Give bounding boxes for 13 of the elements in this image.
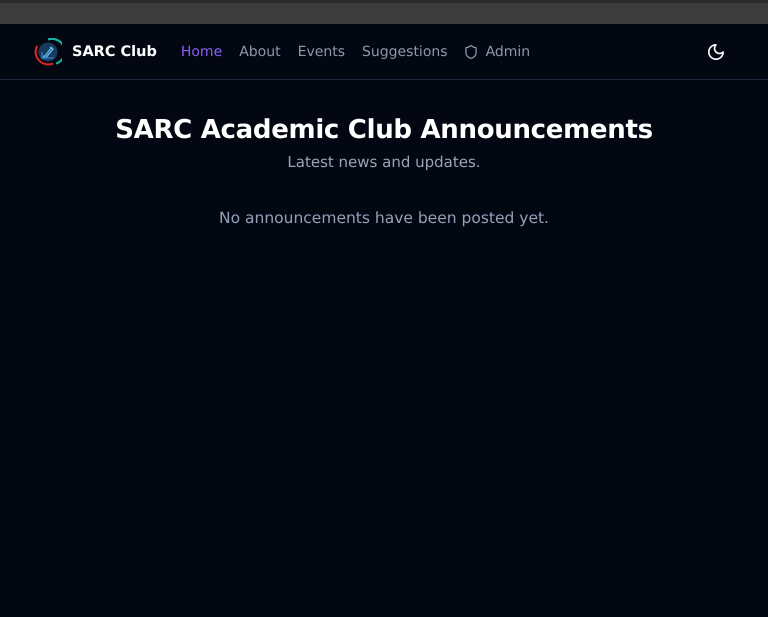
brand-link[interactable]: SARC Club — [34, 38, 157, 66]
page-title: SARC Academic Club Announcements — [115, 114, 653, 147]
nav-link[interactable]: About — [239, 44, 281, 60]
logo-icon — [34, 38, 62, 66]
nav-link[interactable]: Events — [298, 44, 345, 60]
nav-link[interactable]: Suggestions — [362, 44, 448, 60]
theme-toggle-button[interactable] — [708, 44, 724, 60]
nav-link[interactable]: Admin — [464, 44, 530, 60]
moon-icon — [708, 44, 724, 60]
shield-icon — [464, 44, 477, 58]
empty-state-message: No announcements have been posted yet. — [219, 208, 549, 229]
nav-link[interactable]: Home — [180, 44, 222, 60]
page-subtitle: Latest news and updates. — [287, 152, 481, 173]
